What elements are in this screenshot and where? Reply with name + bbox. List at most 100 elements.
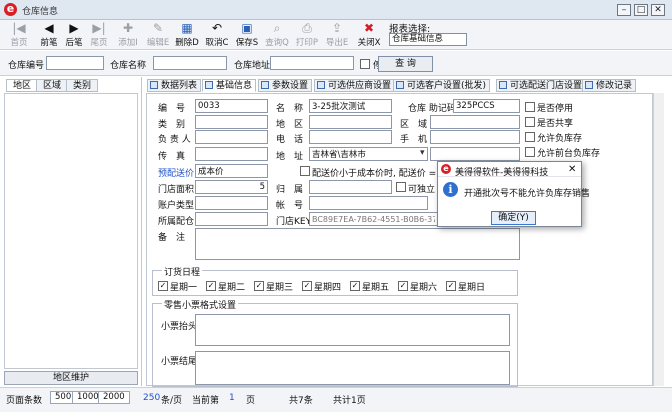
account-no-input[interactable] [309,196,428,210]
minimize-button[interactable]: – [617,4,631,16]
page-size-2000-button[interactable]: 2000 [98,391,130,404]
region-input[interactable] [430,115,520,129]
address-input[interactable] [309,147,428,161]
toolbar-button-8[interactable]: ▣ 保存S [232,21,262,49]
mnemonic-label: 仓库 助记码 [408,104,456,114]
manager-input[interactable] [195,130,268,144]
name-input[interactable] [309,99,392,113]
tab-label-3: 可选供应商设置 [328,81,392,91]
left-tab-0[interactable]: 地区 [6,79,39,92]
right-checkbox-2[interactable] [525,132,535,142]
query-button[interactable]: 查 询 [378,56,433,72]
warehouse-code-input[interactable] [46,56,104,70]
toolbar-icon-5: ✎ [152,21,164,35]
remark-textarea[interactable] [195,228,520,260]
toolbar-label-3: 尾页 [90,38,108,48]
app-logo-icon: e [4,3,17,16]
toolbar-button-5[interactable]: ✎ 编辑E [143,21,173,49]
ticket-head-textarea[interactable] [195,314,510,346]
tab-5[interactable]: 可选配送门店设置 [496,79,587,92]
warehouse-address-input[interactable] [270,56,354,70]
toolbar-button-0[interactable]: |◀ 首页 [4,21,34,49]
store-key-input[interactable] [309,212,438,226]
toolbar-label-8: 保存S [235,38,259,48]
toolbar-label-10: 打印P [295,38,319,48]
dialog-close-icon[interactable]: ✕ [568,164,576,175]
left-tab-1[interactable]: 区域 [36,79,69,92]
toolbar-label-0: 首页 [10,38,28,48]
independent-checkbox[interactable] [396,182,406,192]
store-area-label: 门店面积 [158,185,195,195]
toolbar-button-12[interactable]: ✖ 关闭X [354,21,384,49]
toolbar-button-7[interactable]: ↶ 取消C [202,21,232,49]
delivery-price-input[interactable] [195,164,268,178]
tab-icon-1 [205,81,213,89]
day-checkbox-6[interactable]: ✓ [446,281,456,291]
tab-4[interactable]: 可选客户设置(批发) [393,79,491,92]
day-checkbox-2[interactable]: ✓ [254,281,264,291]
area-maintenance-button[interactable]: 地区维护 [4,371,138,385]
store-key-label: 门店KEY [276,217,312,227]
dialog-ok-button[interactable]: 确定(Y) [491,211,536,225]
right-checkbox-label-0: 是否停用 [537,104,574,114]
day-checkbox-4[interactable]: ✓ [350,281,360,291]
disabled-filter-checkbox[interactable] [360,59,370,69]
toolbar-button-4[interactable]: ✚ 添加I [113,21,143,49]
phone-label: 电 话 [276,135,304,145]
address-detail-input[interactable] [430,147,520,161]
close-window-button[interactable]: ✕ [651,4,665,16]
right-checkbox-0[interactable] [525,102,535,112]
total-pages-label: 共计1页 [333,396,366,406]
rows-per-page-value[interactable]: 250 [143,393,160,403]
toolbar-icon-12: ✖ [363,21,375,35]
warehouse-match-input[interactable] [195,212,268,226]
ticket-tail-label: 小票结尾 [161,357,198,367]
day-checkbox-3[interactable]: ✓ [302,281,312,291]
mnemonic-input[interactable] [453,99,520,113]
tab-2[interactable]: 参数设置 [258,79,313,92]
fax-input[interactable] [195,147,268,161]
code-input[interactable] [195,99,268,113]
day-label-0: 星期一 [170,283,198,293]
toolbar-button-10[interactable]: ⎙ 打印P [292,21,322,49]
price-rule-checkbox[interactable] [300,166,310,176]
toolbar-button-3[interactable]: ▶| 尾页 [84,21,114,49]
page-rows-label: 页面条数 [6,396,43,406]
toolbar-label-9: 查询Q [265,38,289,48]
ticket-tail-textarea[interactable] [195,351,510,385]
phone-input[interactable] [309,130,392,144]
warehouse-name-input[interactable] [153,56,227,70]
area-maintenance-label: 地区维护 [52,373,89,383]
mobile-input[interactable] [430,130,520,144]
restore-button[interactable]: □ [634,4,648,16]
toolbar-button-9[interactable]: ⌕ 查询Q [262,21,292,49]
area-tree[interactable] [4,93,138,369]
tab-icon-6 [585,81,593,89]
toolbar-button-11[interactable]: ⇪ 导出E [322,21,352,49]
window-title: 仓库信息 [22,7,59,17]
current-page-value[interactable]: 1 [229,393,235,403]
belong-input[interactable] [309,180,392,194]
account-type-input[interactable] [195,196,268,210]
tab-6[interactable]: 修改记录 [582,79,637,92]
day-checkbox-1[interactable]: ✓ [206,281,216,291]
day-checkbox-0[interactable]: ✓ [158,281,168,291]
type-input[interactable] [195,115,268,129]
tab-1[interactable]: 基础信息 [202,79,257,92]
name-label: 名 称 [276,104,304,114]
report-select[interactable]: 仓库基础信息 [389,33,467,46]
store-area-input[interactable] [195,180,268,194]
toolbar-label-11: 导出E [325,38,349,48]
day-checkbox-5[interactable]: ✓ [398,281,408,291]
toolbar-button-6[interactable]: ▦ 删除D [172,21,202,49]
right-checkbox-3[interactable] [525,147,535,157]
area-input[interactable] [309,115,392,129]
account-type-label: 账户类型 [158,201,195,211]
tab-3[interactable]: 可选供应商设置 [314,79,396,92]
address-dropdown-icon[interactable]: ▾ [420,148,425,158]
vertical-scrollbar[interactable] [653,93,664,386]
right-checkbox-1[interactable] [525,117,535,127]
left-tab-2[interactable]: 类别 [66,79,99,92]
tab-0[interactable]: 数据列表 [147,79,202,92]
toolbar-icon-4: ✚ [122,21,134,35]
